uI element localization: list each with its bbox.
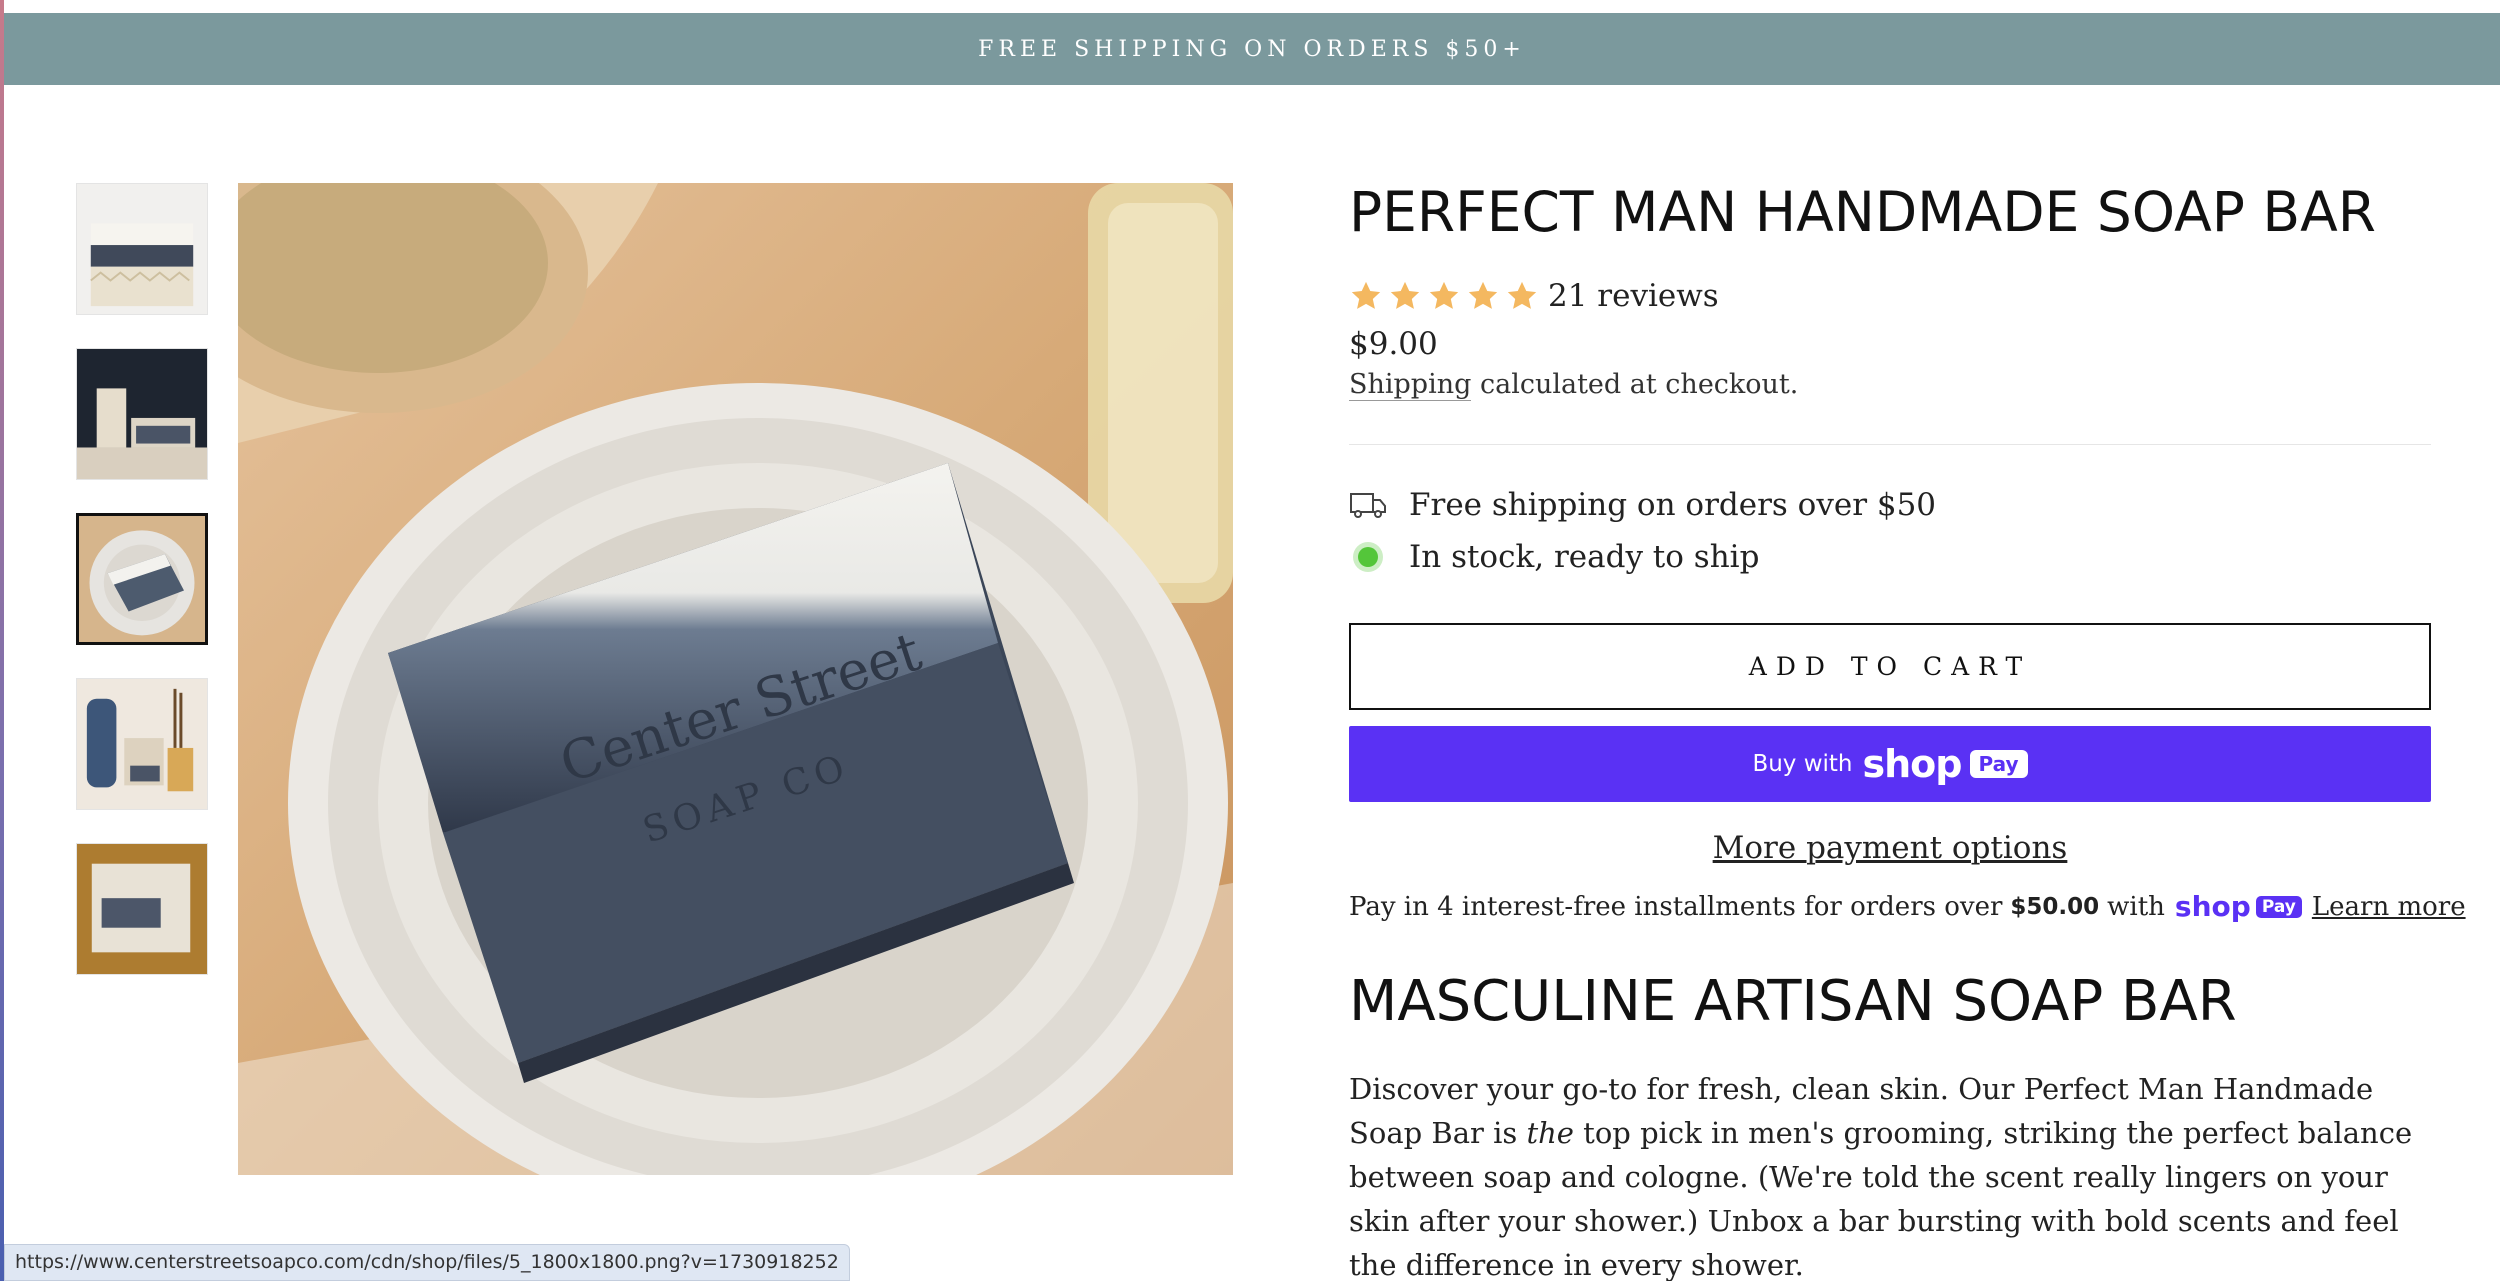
- add-to-cart-button[interactable]: ADD TO CART: [1349, 623, 2431, 710]
- feature-in-stock: In stock, ready to ship: [1349, 531, 2431, 583]
- installments-with: with: [2107, 891, 2165, 922]
- thumbnail-2[interactable]: [76, 348, 208, 480]
- pay-badge: Pay: [1969, 750, 2028, 778]
- shipping-note: Shipping calculated at checkout.: [1349, 366, 2431, 404]
- announcement-text: FREE SHIPPING ON ORDERS $50+: [978, 36, 1526, 62]
- more-payment-row: More payment options: [1349, 830, 2431, 866]
- section-heading: MASCULINE ARTISAN SOAP BAR: [1349, 969, 2237, 1034]
- in-stock-dot-icon: [1349, 538, 1387, 576]
- description-emphasis: the: [1526, 1116, 1574, 1150]
- main-product-image[interactable]: Center Street SOAP CO: [238, 183, 1233, 1175]
- shop-pay-logo-pill: Pay: [2255, 895, 2302, 918]
- truck-icon: [1349, 486, 1387, 524]
- status-bar-url: https://www.centerstreetsoapco.com/cdn/s…: [4, 1244, 850, 1281]
- star-icon: [1507, 281, 1537, 309]
- product-title: PERFECT MAN HANDMADE SOAP BAR: [1349, 180, 2376, 244]
- installments-note: Pay in 4 interest-free installments for …: [1349, 890, 2466, 923]
- star-rating: [1349, 279, 1539, 313]
- thumbnail-1[interactable]: [76, 183, 208, 315]
- shop-pay-logo-text: shop: [2174, 890, 2251, 923]
- rating-row[interactable]: 21 reviews: [1349, 276, 2431, 316]
- shop-logo: shop: [1862, 742, 1963, 786]
- shop-pay-logo: shop Pay: [2175, 890, 2302, 923]
- reviews-link[interactable]: 21 reviews: [1548, 278, 1719, 314]
- feature-text: Free shipping on orders over $50: [1409, 487, 1937, 523]
- shipping-note-text: calculated at checkout.: [1471, 369, 1799, 400]
- feature-list: Free shipping on orders over $50 In stoc…: [1349, 479, 2431, 583]
- window-edge: [0, 0, 4, 1281]
- thumbnail-5[interactable]: [76, 843, 208, 975]
- learn-more-link[interactable]: Learn more: [2312, 892, 2466, 922]
- installments-prefix: Pay in 4 interest-free installments for …: [1349, 891, 2003, 922]
- star-icon: [1468, 281, 1498, 309]
- star-icon: [1351, 281, 1381, 309]
- more-payment-options-link[interactable]: More payment options: [1713, 830, 2068, 866]
- announcement-bar: FREE SHIPPING ON ORDERS $50+: [4, 13, 2500, 85]
- thumbnail-3-selected[interactable]: [76, 513, 208, 645]
- divider: [1349, 444, 2431, 445]
- product-info: PERFECT MAN HANDMADE SOAP BAR 21 reviews…: [1349, 170, 2466, 1281]
- star-icon: [1429, 281, 1459, 309]
- feature-text: In stock, ready to ship: [1409, 539, 1760, 575]
- feature-free-shipping: Free shipping on orders over $50: [1349, 479, 2431, 531]
- thumbnail-gallery: [76, 183, 208, 1008]
- buy-with-label: Buy with: [1752, 751, 1853, 777]
- product-price: $9.00: [1349, 326, 1438, 362]
- shop-pay-button[interactable]: Buy with shop Pay: [1349, 726, 2431, 802]
- shipping-link[interactable]: Shipping: [1349, 369, 1472, 401]
- installments-amount: $50.00: [2010, 893, 2100, 920]
- thumbnail-4[interactable]: [76, 678, 208, 810]
- product-description: Discover your go-to for fresh, clean ski…: [1349, 1067, 2431, 1281]
- star-icon: [1390, 281, 1420, 309]
